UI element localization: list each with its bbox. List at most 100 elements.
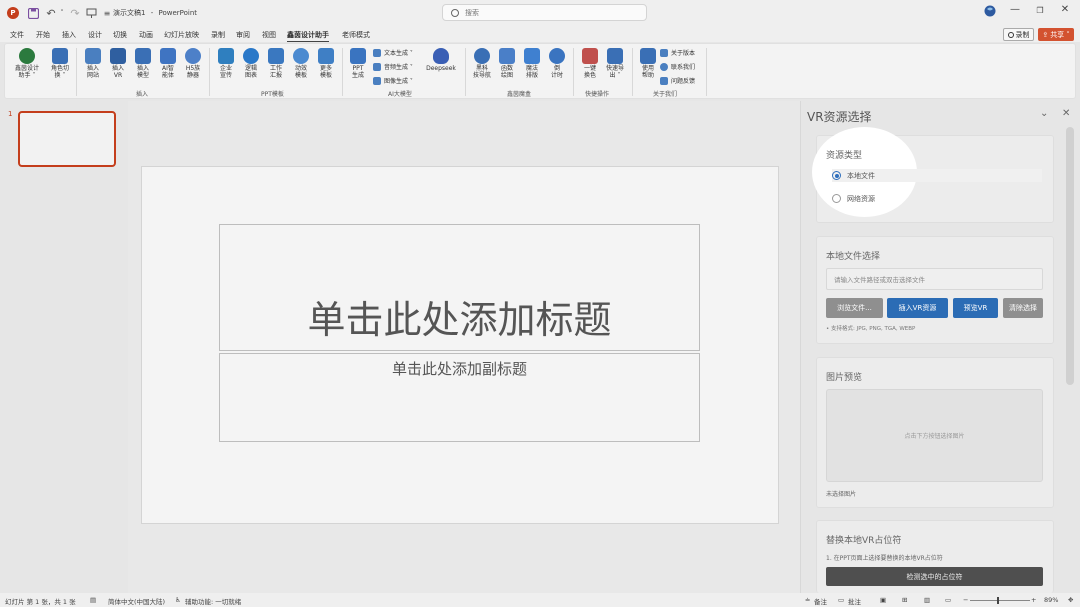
group-separator [465, 48, 466, 96]
tab-record[interactable]: 录制 [211, 30, 225, 40]
tab-transitions[interactable]: 切换 [113, 30, 127, 40]
pane-close-icon[interactable]: ✕ [1062, 108, 1070, 119]
file-path-input[interactable]: 请输入文件路径或双击选择文件 [826, 268, 1043, 290]
title-placeholder[interactable]: 单击此处添加标题 [219, 224, 700, 351]
window-title: 演示文稿1 - PowerPoint [113, 9, 198, 17]
share-button[interactable]: ⇪ 共享 ˅ [1038, 28, 1074, 41]
function-plot-icon [499, 48, 515, 64]
role-switch-button[interactable]: 角色切 换 ˅ [47, 48, 73, 80]
record-icon [1007, 31, 1014, 38]
notes-button[interactable]: 备注 [814, 596, 827, 606]
language-indicator[interactable]: 简体中文(中国大陆) [108, 596, 165, 606]
ai-agent-button[interactable]: AI智 能体 [155, 48, 181, 80]
model-icon [135, 48, 151, 64]
share-icon: ⇪ [1042, 30, 1049, 39]
tech-nav-button[interactable]: 黑科 技导航 [469, 48, 495, 80]
presentation-icon[interactable] [84, 6, 98, 20]
quick-export-button[interactable]: 快速导 出 ˅ [602, 48, 628, 80]
about-version-button[interactable]: 关于版本 [660, 48, 695, 57]
magic-layout-icon [524, 48, 540, 64]
tab-design-assistant[interactable]: 鑫茵设计助手 [287, 30, 329, 42]
image-generate-button[interactable]: 图像生成 ˅ [373, 76, 413, 85]
radio-local-file[interactable]: 本地文件 [832, 169, 1042, 182]
tab-teacher-mode[interactable]: 老师模式 [342, 30, 370, 40]
slide-thumbnail[interactable] [18, 111, 116, 167]
redo-icon[interactable]: ↷ [68, 6, 82, 20]
zoom-slider[interactable] [970, 600, 1030, 601]
pane-scrollbar[interactable] [1066, 127, 1074, 385]
format-note: • 支持格式: JPG, PNG, TGA, WEBP [826, 326, 916, 332]
deepseek-button[interactable]: Deepseek [423, 48, 459, 73]
motion-template-button[interactable]: 动效 模板 [288, 48, 314, 80]
undo-icon[interactable]: ↶ [44, 6, 58, 20]
slide-sorter-icon[interactable]: ⊞ [902, 596, 907, 604]
text-generate-button[interactable]: 文本生成 ˅ [373, 48, 413, 57]
zoom-slider-handle[interactable] [997, 597, 999, 604]
design-assistant-button[interactable]: 鑫茵设计 助手 ˅ [9, 48, 45, 80]
accessibility-status[interactable]: 辅助功能: 一切就绪 [185, 596, 241, 606]
accessibility-icon[interactable]: ♿ [175, 596, 181, 604]
search-box[interactable]: 搜索 [442, 4, 647, 21]
reading-view-icon[interactable]: ▥ [924, 596, 930, 604]
normal-view-icon[interactable]: ▣ [880, 596, 886, 604]
app-name: PowerPoint [158, 9, 198, 17]
zoom-in-icon[interactable]: + [1031, 596, 1036, 604]
recolor-button[interactable]: 一键 换色 [577, 48, 603, 80]
work-report-button[interactable]: 工作 汇报 [263, 48, 289, 80]
tab-design[interactable]: 设计 [88, 30, 102, 40]
preview-vr-button[interactable]: 预览VR [953, 298, 998, 318]
tab-review[interactable]: 审阅 [236, 30, 250, 40]
undo-dropdown-icon[interactable]: ˅ [58, 6, 66, 20]
replace-title: 替换本地VR占位符 [826, 536, 902, 546]
document-title: 演示文稿1 [113, 9, 146, 17]
countdown-button[interactable]: 倒 计时 [544, 48, 570, 80]
magic-layout-button[interactable]: 魔法 排版 [519, 48, 545, 80]
function-plot-button[interactable]: 函数 绘图 [494, 48, 520, 80]
tab-slideshow[interactable]: 幻灯片放映 [164, 30, 199, 40]
notes-icon: ≐ [805, 596, 811, 604]
radio-network-resource[interactable]: 网络资源 [832, 192, 875, 205]
detect-placeholder-button[interactable]: 检测选中的占位符 [826, 567, 1043, 586]
audio-generate-button[interactable]: 音频生成 ˅ [373, 62, 413, 71]
pane-options-chevron-icon[interactable]: ⌄ [1040, 108, 1048, 119]
h5-button[interactable]: H5族 静器 [180, 48, 206, 80]
account-avatar[interactable] [980, 5, 1000, 20]
spellcheck-icon[interactable]: ▤ [90, 596, 96, 604]
close-button[interactable]: ✕ [1055, 4, 1075, 15]
slideshow-icon[interactable]: ▭ [945, 596, 951, 604]
customize-toolbar-icon[interactable]: ≡ [100, 6, 114, 20]
tab-animations[interactable]: 动画 [139, 30, 153, 40]
tab-home[interactable]: 开始 [36, 30, 50, 40]
tab-view[interactable]: 视图 [262, 30, 276, 40]
tab-file[interactable]: 文件 [10, 30, 24, 40]
insert-website-button[interactable]: 插入 网站 [80, 48, 106, 80]
group-separator [209, 48, 210, 96]
insert-model-button[interactable]: 插入 模型 [130, 48, 156, 80]
group-label-quick-ops: 快捷操作 [585, 91, 610, 98]
comments-button[interactable]: 批注 [848, 596, 861, 606]
help-button[interactable]: 使用 帮助 [635, 48, 661, 80]
zoom-out-icon[interactable]: − [963, 596, 968, 604]
enterprise-template-button[interactable]: 企业 宣传 [213, 48, 239, 80]
group-label-ppt-template: PPT模板 [261, 91, 284, 98]
insert-vr-resource-button[interactable]: 插入VR资源 [887, 298, 948, 318]
image-preview-box[interactable]: 点击下方按钮选择图片 [826, 389, 1043, 482]
restore-button[interactable]: ❐ [1030, 6, 1050, 15]
zoom-level[interactable]: 89% [1044, 596, 1058, 604]
subtitle-placeholder[interactable]: 单击此处添加副标题 [219, 353, 700, 442]
preview-title: 图片预览 [826, 373, 863, 383]
minimize-button[interactable]: — [1005, 4, 1025, 15]
group-separator [706, 48, 707, 96]
record-button[interactable]: 录制 [1003, 28, 1034, 41]
save-icon[interactable] [26, 6, 40, 20]
clear-selection-button[interactable]: 清除选择 [1003, 298, 1043, 318]
browse-file-button[interactable]: 浏览文件... [826, 298, 883, 318]
feedback-button[interactable]: 问题反馈 [660, 76, 695, 85]
more-templates-button[interactable]: 更多 模板 [313, 48, 339, 80]
insert-vr-button[interactable]: 插入 VR [105, 48, 131, 80]
logic-chart-button[interactable]: 逻辑 图表 [238, 48, 264, 80]
tab-insert[interactable]: 插入 [62, 30, 76, 40]
ppt-generate-button[interactable]: PPT 生成 [345, 48, 371, 80]
contact-button[interactable]: 联系我们 [660, 62, 695, 71]
fit-slide-icon[interactable]: ✥ [1068, 596, 1073, 604]
